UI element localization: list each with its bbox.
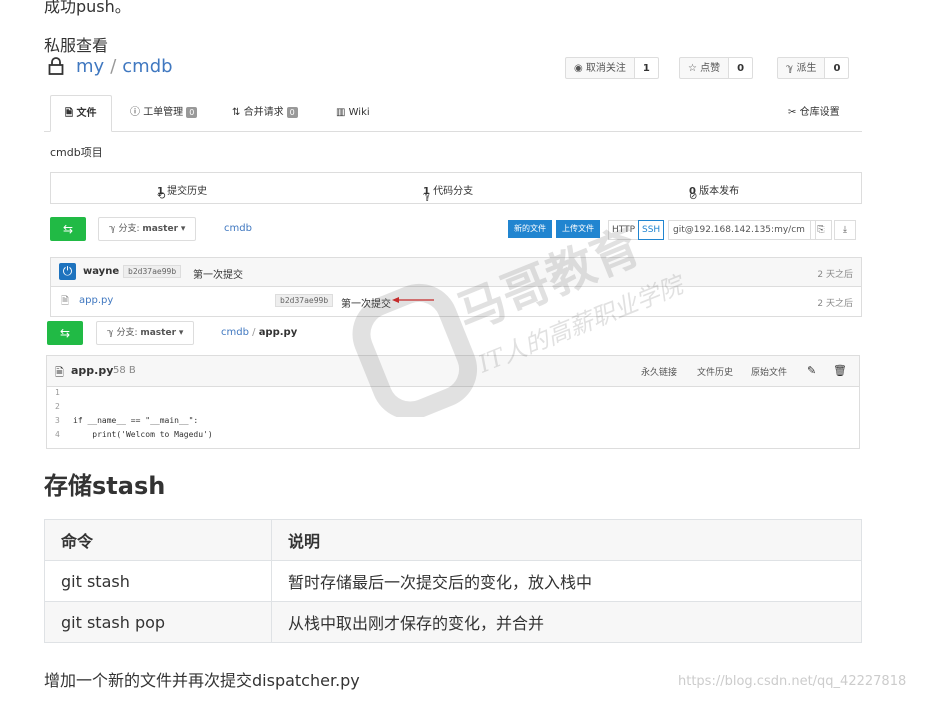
unwatch-button[interactable]: ◉ 取消关注 [565, 57, 635, 79]
file-commit-message[interactable]: 第一次提交 [341, 295, 391, 310]
releases-stat[interactable]: ⊘ 0 版本发布 [689, 182, 739, 202]
upload-file-button[interactable]: 上传文件 [556, 220, 600, 238]
tab-issues[interactable]: ⓘ 工单管理 0 [130, 95, 198, 131]
compare-button[interactable]: ⇆ [50, 217, 86, 241]
branch-icon: ℽ [107, 328, 114, 338]
pull-request-icon: ⇅ [232, 107, 241, 118]
file-viewer-name: app.py [71, 364, 114, 377]
history-icon: ⟲ [157, 191, 166, 202]
tab-wiki[interactable]: ▥ Wiki [336, 95, 370, 131]
copy-button[interactable]: ⎘ [810, 220, 832, 240]
compare-icon: ⇆ [62, 222, 74, 236]
star-count[interactable]: 0 [729, 57, 754, 79]
tools-icon: ✂ [788, 107, 797, 118]
fork-count[interactable]: 0 [825, 57, 850, 79]
file-icon: 🗎 [61, 296, 70, 307]
table-cell: 暂时存储最后一次提交后的变化，放入栈中 [271, 560, 862, 602]
file-icon: 🗎 [65, 108, 74, 119]
bottom-paragraph: 增加一个新的文件并再次提交dispatcher.py [44, 671, 360, 690]
unwatch-count[interactable]: 1 [634, 57, 659, 79]
star-button[interactable]: ☆ 点赞 [679, 57, 730, 79]
file-sha[interactable]: b2d37ae99b [275, 294, 334, 307]
star-group: ☆ 点赞 0 [679, 57, 754, 79]
issues-count-badge: 0 [186, 107, 198, 118]
delete-trash-icon[interactable]: 🗑 [833, 364, 847, 377]
tag-icon: ⊘ [689, 191, 698, 202]
copy-icon: ⎘ [817, 225, 825, 235]
compare-button-2[interactable]: ⇆ [47, 321, 83, 345]
tab-settings[interactable]: ✂ 仓库设置 [788, 95, 840, 131]
crumb-file: app.py [258, 327, 298, 338]
section-heading: 存储stash [44, 472, 166, 500]
book-icon: ▥ [336, 107, 346, 118]
branch-selector[interactable]: ℽ 分支: master ▾ [98, 217, 197, 241]
http-toggle[interactable]: HTTP [608, 220, 640, 240]
commit-message[interactable]: 第一次提交 [193, 266, 243, 281]
branch-icon: ℽ [109, 224, 116, 234]
file-history-button[interactable]: 文件历史 [697, 365, 733, 378]
unwatch-group: ◉ 取消关注 1 [565, 57, 659, 79]
branches-stat[interactable]: ℽ 1 代码分支 [423, 182, 473, 202]
tab-files[interactable]: 🗎 文件 [50, 95, 112, 132]
ssh-toggle[interactable]: SSH [638, 220, 665, 240]
table-row: git stash pop 从栈中取出刚才保存的变化，并合并 [44, 601, 862, 643]
breadcrumb: cmdb / app.py [221, 327, 298, 338]
permalink-button[interactable]: 永久链接 [641, 365, 677, 378]
compare-icon: ⇆ [59, 326, 71, 340]
red-arrow-annotation [392, 297, 434, 303]
branch-icon: ℽ [423, 191, 431, 202]
table-header-command: 命令 [44, 519, 272, 561]
commit-sha[interactable]: b2d37ae99b [123, 265, 182, 278]
info-icon: ⓘ [130, 107, 140, 118]
table-row: git stash 暂时存储最后一次提交后的变化，放入栈中 [44, 560, 862, 602]
file-size: 58 B [113, 365, 136, 376]
repo-tabs: 🗎 文件 ⓘ 工单管理 0 ⇅ 合并请求 0 ▥ Wiki ✂ 仓库设置 [44, 95, 862, 132]
file-name-link[interactable]: app.py [79, 295, 113, 306]
commit-author[interactable]: wayne [83, 266, 119, 277]
repo-screenshot: my / cmdb ◉ 取消关注 1 ☆ 点赞 0 ℽ 派生 0 🗎 文件 ⓘ 工单管理 0… [44, 52, 862, 450]
fork-button[interactable]: ℽ 派生 [777, 57, 826, 79]
commits-stat[interactable]: ⟲ 1 提交历史 [157, 182, 207, 202]
file-viewer-header: 🗎 app.py 58 B 永久链接 文件历史 原始文件 ✎ 🗑 [47, 356, 859, 387]
new-file-button[interactable]: 新的文件 [508, 220, 552, 238]
crumb-repo[interactable]: cmdb [224, 223, 252, 234]
table-header-description: 说明 [271, 519, 862, 561]
pulls-count-badge: 0 [286, 107, 298, 118]
table-header-row: 命令 说明 [44, 519, 862, 561]
file-commit-time: 2 天之后 [817, 299, 853, 309]
top-line: 成功push。 [44, 0, 131, 16]
edit-pencil-icon[interactable]: ✎ [807, 364, 816, 377]
source-watermark: https://blog.csdn.net/qq_42227818 [678, 674, 907, 689]
repo-title: my / cmdb [76, 56, 173, 77]
table-cell: 从栈中取出刚才保存的变化，并合并 [271, 601, 862, 643]
repo-owner-link[interactable]: my [76, 56, 104, 77]
fork-group: ℽ 派生 0 [777, 57, 850, 79]
clone-url-input[interactable]: git@192.168.142.135:my/cm [668, 220, 816, 240]
crumb-repo-2[interactable]: cmdb [221, 327, 249, 338]
commit-time: 2 天之后 [817, 270, 853, 280]
raw-file-button[interactable]: 原始文件 [751, 365, 787, 378]
file-list: ⏻ wayne b2d37ae99b 第一次提交 2 天之后 🗎 app.py … [50, 257, 862, 317]
tab-pulls[interactable]: ⇅ 合并请求 0 [232, 95, 298, 131]
file-viewer: 🗎 app.py 58 B 永久链接 文件历史 原始文件 ✎ 🗑 1 2 3 if… [46, 355, 860, 449]
file-icon: 🗎 [55, 366, 64, 379]
table-cell: git stash pop [44, 601, 272, 643]
avatar: ⏻ [59, 263, 76, 280]
download-button[interactable]: ⤓ [834, 220, 856, 240]
stash-commands-table: 命令 说明 git stash 暂时存储最后一次提交后的变化，放入栈中 git … [44, 519, 862, 643]
table-cell: git stash [44, 560, 272, 602]
repo-stats-bar: ⟲ 1 提交历史 ℽ 1 代码分支 ⊘ 0 版本发布 [50, 172, 862, 204]
branch-selector-2[interactable]: ℽ 分支: master ▾ [96, 321, 195, 345]
download-icon: ⤓ [843, 225, 847, 235]
repo-name-link[interactable]: cmdb [122, 56, 172, 77]
repo-description: cmdb项目 [50, 146, 103, 159]
lock-icon [48, 57, 64, 75]
latest-commit-row: ⏻ wayne b2d37ae99b 第一次提交 2 天之后 [51, 258, 861, 287]
